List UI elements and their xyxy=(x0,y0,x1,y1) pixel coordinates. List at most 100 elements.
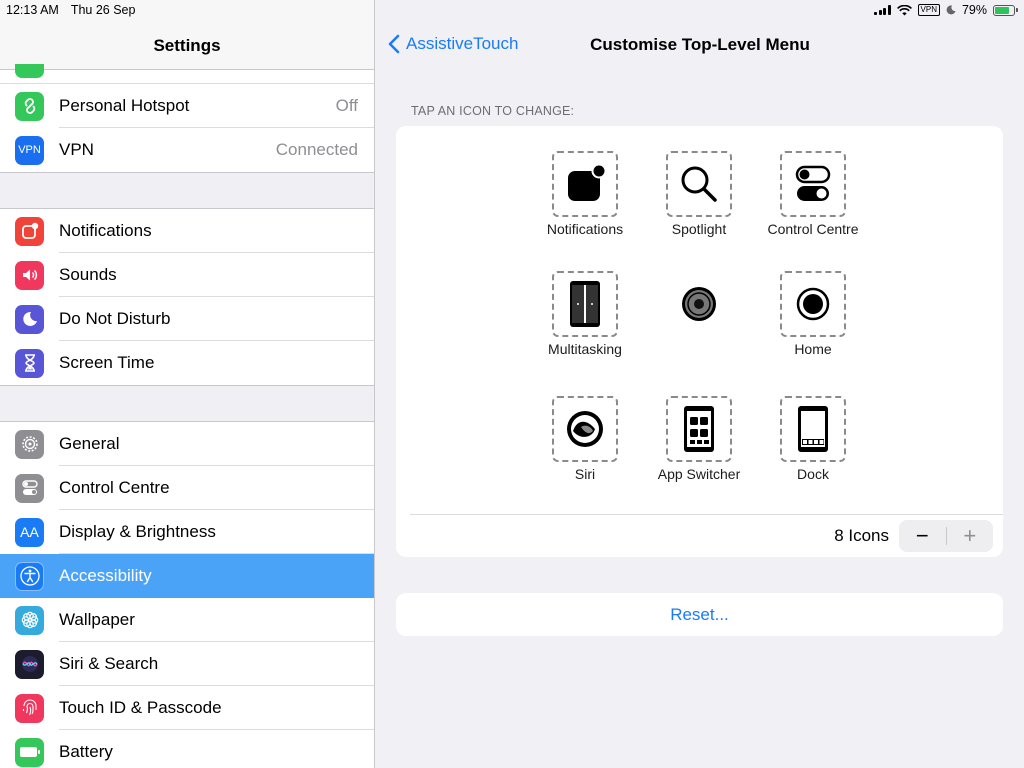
notifications-slot[interactable] xyxy=(552,151,618,217)
sidebar-item-wallpaper[interactable]: Wallpaper xyxy=(0,598,374,642)
partial-row xyxy=(0,64,374,84)
assistive-touch-center-slot[interactable] xyxy=(666,271,732,337)
sidebar-item-label: Display & Brightness xyxy=(59,522,216,541)
sidebar-group-network: Personal Hotspot Off VPN VPN Connected xyxy=(0,84,374,173)
sidebar-item-label: Touch ID & Passcode xyxy=(59,698,222,717)
sidebar-item-label: General xyxy=(59,434,120,453)
battery-icon xyxy=(993,4,1018,16)
tile-control-centre[interactable]: Control Centre xyxy=(758,151,868,237)
vpn-status-badge: VPN xyxy=(917,4,940,16)
battery-icon xyxy=(15,737,44,767)
assistive-touch-icon xyxy=(682,287,716,321)
status-time: 12:13 AM xyxy=(6,3,59,17)
hotspot-icon xyxy=(15,91,44,121)
multitasking-icon xyxy=(570,281,600,327)
tile-label: App Switcher xyxy=(657,466,741,482)
tile-empty-center[interactable] xyxy=(644,271,754,337)
tile-app-switcher[interactable]: App Switcher xyxy=(644,396,754,482)
accessibility-icon xyxy=(15,561,44,591)
dock-icon xyxy=(798,406,828,452)
tile-label: Siri xyxy=(574,466,596,482)
toggles-icon xyxy=(795,165,831,201)
app-switcher-slot[interactable] xyxy=(666,396,732,462)
home-slot[interactable] xyxy=(780,271,846,337)
tile-label: Spotlight xyxy=(671,221,727,237)
sidebar-item-accessibility[interactable]: Accessibility xyxy=(0,554,374,598)
notifications-icon xyxy=(15,216,44,246)
tile-multitasking[interactable]: Multitasking xyxy=(530,271,640,357)
notifications-icon xyxy=(568,163,607,201)
sidebar-item-touch-id-passcode[interactable]: Touch ID & Passcode xyxy=(0,686,374,730)
sidebar-group-general: General Control Centre AA Display & Brig… xyxy=(0,421,374,768)
tile-siri[interactable]: Siri xyxy=(530,396,640,482)
sidebar-item-battery[interactable]: Battery xyxy=(0,730,374,768)
control-centre-slot[interactable] xyxy=(780,151,846,217)
sidebar-group-notifications: Notifications Sounds Do Not Disturb Scre… xyxy=(0,208,374,386)
tile-label: Dock xyxy=(797,466,829,482)
gear-icon xyxy=(15,429,44,459)
increment-button[interactable]: + xyxy=(947,520,994,552)
tile-spotlight[interactable]: Spotlight xyxy=(644,151,754,237)
tile-label: Home xyxy=(794,341,832,357)
sidebar-item-label: Wallpaper xyxy=(59,610,135,629)
reset-button[interactable]: Reset... xyxy=(396,593,1003,636)
vpn-icon: VPN xyxy=(15,135,44,165)
settings-sidebar: Settings Personal Hotspot Off VPN VPN Co… xyxy=(0,0,375,768)
moon-icon xyxy=(15,304,44,334)
tile-dock[interactable]: Dock xyxy=(758,396,868,482)
status-date: Thu 26 Sep xyxy=(70,3,136,17)
tile-label: Control Centre xyxy=(767,221,859,237)
sidebar-item-value: Connected xyxy=(275,140,358,159)
sidebar-title: Settings xyxy=(153,36,221,55)
multitasking-slot[interactable] xyxy=(552,271,618,337)
moon-icon xyxy=(946,5,956,15)
page-title: Customise Top-Level Menu xyxy=(590,35,810,54)
sidebar-item-label: Notifications xyxy=(59,221,152,240)
hourglass-icon xyxy=(15,348,44,378)
sidebar-item-sounds[interactable]: Sounds xyxy=(0,253,374,297)
sidebar-item-value: Off xyxy=(335,96,358,115)
sidebar-item-label: Battery xyxy=(59,742,113,761)
icon-count: 8 Icons xyxy=(834,526,889,545)
dock-slot[interactable] xyxy=(780,396,846,462)
sidebar-item-control-centre[interactable]: Control Centre xyxy=(0,466,374,510)
sidebar-item-notifications[interactable]: Notifications xyxy=(0,209,374,253)
sidebar-item-label: Siri & Search xyxy=(59,654,159,673)
sidebar-item-label: Control Centre xyxy=(59,478,170,497)
divider xyxy=(410,514,1003,515)
cellular-signal-icon xyxy=(874,5,891,15)
sidebar-item-siri-search[interactable]: Siri & Search xyxy=(0,642,374,686)
sidebar-item-vpn[interactable]: VPN VPN Connected xyxy=(0,128,374,172)
sidebar-item-label: Personal Hotspot xyxy=(59,96,190,115)
spotlight-slot[interactable] xyxy=(666,151,732,217)
sidebar-item-label: Accessibility xyxy=(59,566,152,585)
battery-percent: 79% xyxy=(961,3,987,17)
sidebar-item-screen-time[interactable]: Screen Time xyxy=(0,341,374,385)
tile-label: Multitasking xyxy=(548,341,622,357)
icon-count-stepper[interactable]: − + xyxy=(899,520,993,552)
tile-notifications[interactable]: Notifications xyxy=(530,151,640,237)
siri-icon xyxy=(15,649,44,679)
section-header: TAP AN ICON TO CHANGE: xyxy=(411,104,575,118)
search-icon xyxy=(681,166,717,202)
wifi-icon xyxy=(896,4,912,15)
siri-icon xyxy=(567,411,603,447)
sounds-icon xyxy=(15,260,44,290)
sidebar-item-label: Sounds xyxy=(59,265,117,284)
tile-label: Notifications xyxy=(546,221,624,237)
icon-grid-card: Notifications Spotlight Control Centre M… xyxy=(396,126,1003,557)
sidebar-item-general[interactable]: General xyxy=(0,422,374,466)
decrement-button[interactable]: − xyxy=(899,520,946,552)
sidebar-item-label: Do Not Disturb xyxy=(59,309,171,328)
sidebar-item-label: VPN xyxy=(59,140,94,159)
siri-slot[interactable] xyxy=(552,396,618,462)
sidebar-item-display-brightness[interactable]: AA Display & Brightness xyxy=(0,510,374,554)
sidebar-item-personal-hotspot[interactable]: Personal Hotspot Off xyxy=(0,84,374,128)
status-bar-right: VPN 79% xyxy=(874,3,1018,17)
sidebar-item-label: Screen Time xyxy=(59,353,155,372)
home-button-icon xyxy=(796,287,830,321)
tile-home[interactable]: Home xyxy=(758,271,868,357)
sidebar-item-do-not-disturb[interactable]: Do Not Disturb xyxy=(0,297,374,341)
fingerprint-icon xyxy=(15,693,44,723)
toggles-icon xyxy=(15,473,44,503)
